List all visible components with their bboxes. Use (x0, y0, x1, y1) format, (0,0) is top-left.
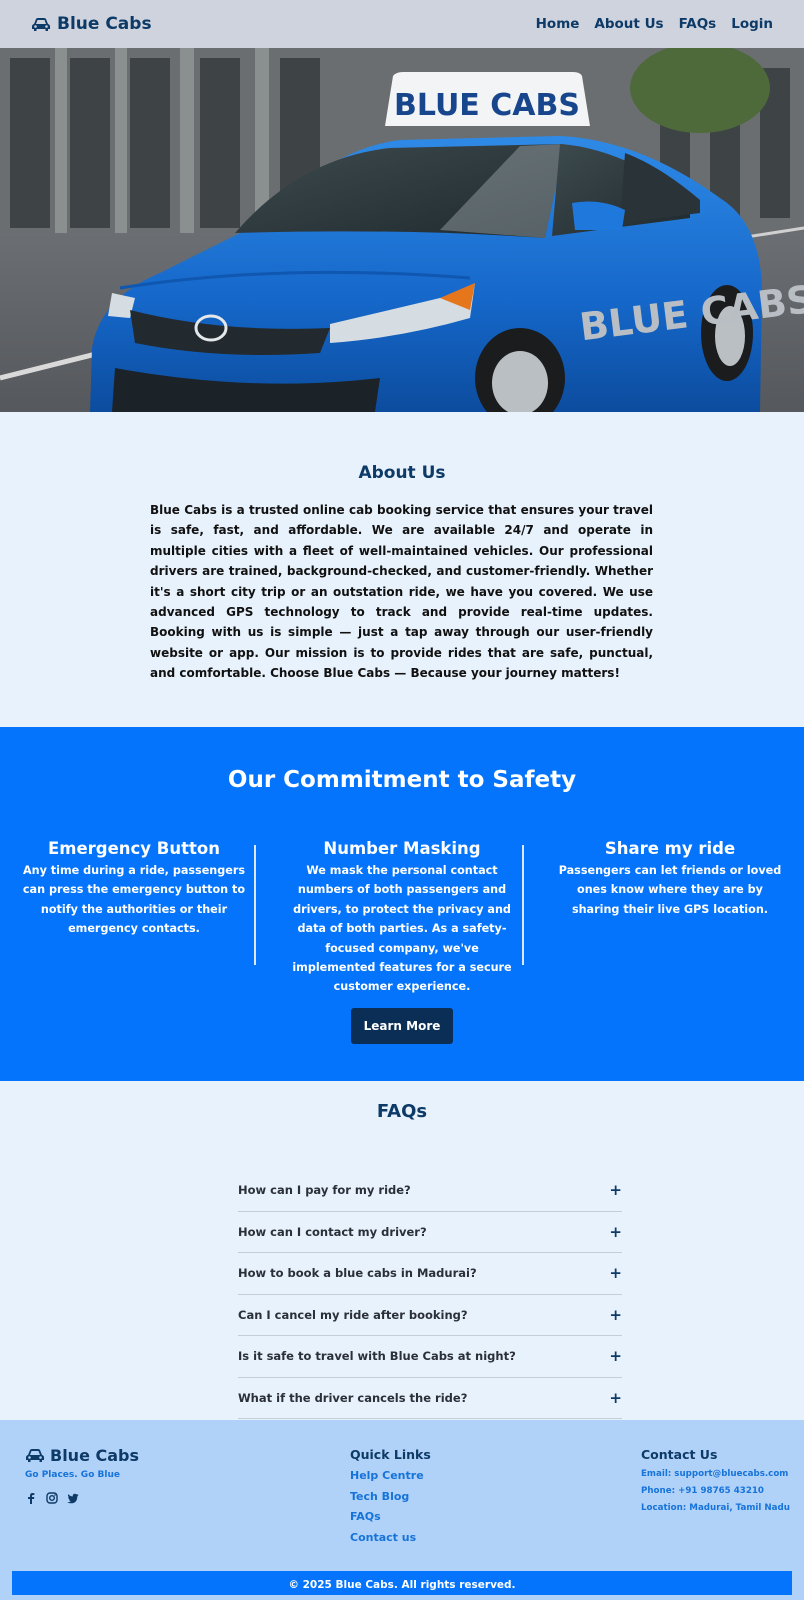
nav-login[interactable]: Login (731, 16, 773, 32)
main-nav: Home About Us FAQs Login (536, 16, 773, 32)
link-help-centre[interactable]: Help Centre (350, 1469, 431, 1483)
nav-home[interactable]: Home (536, 16, 580, 32)
feature-text: We mask the personal contact numbers of … (292, 864, 512, 994)
brand-name: Blue Cabs (57, 14, 152, 34)
faq-question: What if the driver cancels the ride? (238, 1390, 468, 1405)
faq-question: How to book a blue cabs in Madurai? (238, 1266, 477, 1281)
roof-sign-text: BLUE CABS (394, 88, 580, 123)
about-text: Blue Cabs is a trusted online cab bookin… (150, 503, 653, 681)
social-links (25, 1492, 79, 1504)
nav-about-us[interactable]: About Us (594, 16, 663, 32)
about-section: About Us Blue Cabs is a trusted online c… (0, 412, 804, 727)
faq-item[interactable]: What if the driver cancels the ride? + (238, 1378, 622, 1419)
instagram-icon[interactable] (46, 1492, 58, 1504)
plus-icon[interactable]: + (609, 1306, 622, 1324)
site-header: Blue Cabs Home About Us FAQs Login (0, 0, 804, 48)
site-footer: Blue Cabs Go Places. Go Blue Quick Links… (0, 1420, 804, 1600)
divider (254, 845, 256, 965)
divider (522, 845, 524, 965)
learn-more-button[interactable]: Learn More (351, 1008, 453, 1044)
faqs-title: FAQs (376, 1101, 428, 1122)
link-contact-us[interactable]: Contact us (350, 1531, 431, 1545)
contact-title: Contact Us (641, 1447, 718, 1462)
feature-title: Share my ride (604, 839, 736, 858)
quick-links: Quick Links Help Centre Tech Blog FAQs C… (350, 1447, 431, 1545)
footer-brand-name: Blue Cabs (50, 1446, 140, 1465)
feature-text: Any time during a ride, passengers can p… (22, 864, 246, 936)
about-title: About Us (358, 463, 446, 483)
feature-share-my-ride: Share my ride Passengers can let friends… (556, 839, 784, 919)
feature-title: Emergency Button (47, 839, 220, 858)
faq-list: How can I pay for my ride? + How can I c… (238, 1170, 622, 1419)
brand-logo[interactable]: Blue Cabs (31, 14, 152, 34)
plus-icon[interactable]: + (609, 1264, 622, 1282)
footer-tagline: Go Places. Go Blue (25, 1470, 120, 1480)
plus-icon[interactable]: + (609, 1347, 622, 1365)
faq-item[interactable]: How can I pay for my ride? + (238, 1170, 622, 1212)
twitter-icon[interactable] (67, 1492, 79, 1504)
blue-cab-photo: BLUE CABS BLUE CABS (0, 48, 804, 412)
plus-icon[interactable]: + (609, 1181, 622, 1199)
faqs-section: FAQs How can I pay for my ride? + How ca… (0, 1081, 804, 1420)
car-icon (32, 17, 50, 31)
feature-title: Number Masking (323, 839, 481, 858)
faq-item[interactable]: How to book a blue cabs in Madurai? + (238, 1253, 622, 1295)
contact-info: Contact Us Email: support@bluecabs.com P… (641, 1447, 790, 1514)
hero-image: BLUE CABS BLUE CABS (0, 48, 804, 412)
link-tech-blog[interactable]: Tech Blog (350, 1490, 431, 1504)
plus-icon[interactable]: + (609, 1389, 622, 1407)
faq-item[interactable]: Is it safe to travel with Blue Cabs at n… (238, 1336, 622, 1378)
footer-brand[interactable]: Blue Cabs (25, 1446, 139, 1465)
copyright-bar: © 2025 Blue Cabs. All rights reserved. (12, 1571, 792, 1595)
plus-icon[interactable]: + (609, 1223, 622, 1241)
faq-item[interactable]: How can I contact my driver? + (238, 1212, 622, 1253)
nav-faqs[interactable]: FAQs (679, 16, 717, 32)
faq-question: Can I cancel my ride after booking? (238, 1307, 468, 1322)
faq-question: How can I pay for my ride? (238, 1183, 411, 1198)
faq-question: Is it safe to travel with Blue Cabs at n… (238, 1349, 516, 1364)
safety-section: Our Commitment to Safety Emergency Butto… (0, 727, 804, 1081)
faq-item[interactable]: Can I cancel my ride after booking? + (238, 1295, 622, 1336)
feature-number-masking: Number Masking We mask the personal cont… (288, 839, 516, 997)
feature-emergency-button: Emergency Button Any time during a ride,… (20, 839, 248, 939)
feature-text: Passengers can let friends or loved ones… (558, 864, 782, 916)
safety-title: Our Commitment to Safety (227, 767, 577, 793)
car-icon (26, 1449, 44, 1462)
contact-location: Location: Madurai, Tamil Nadu (641, 1503, 790, 1513)
faq-question: How can I contact my driver? (238, 1224, 427, 1239)
contact-phone[interactable]: Phone: +91 98765 43210 (641, 1485, 790, 1497)
quick-links-title: Quick Links (350, 1447, 431, 1462)
facebook-icon[interactable] (25, 1492, 37, 1504)
link-faqs[interactable]: FAQs (350, 1510, 431, 1524)
contact-email[interactable]: Email: support@bluecabs.com (641, 1468, 790, 1480)
